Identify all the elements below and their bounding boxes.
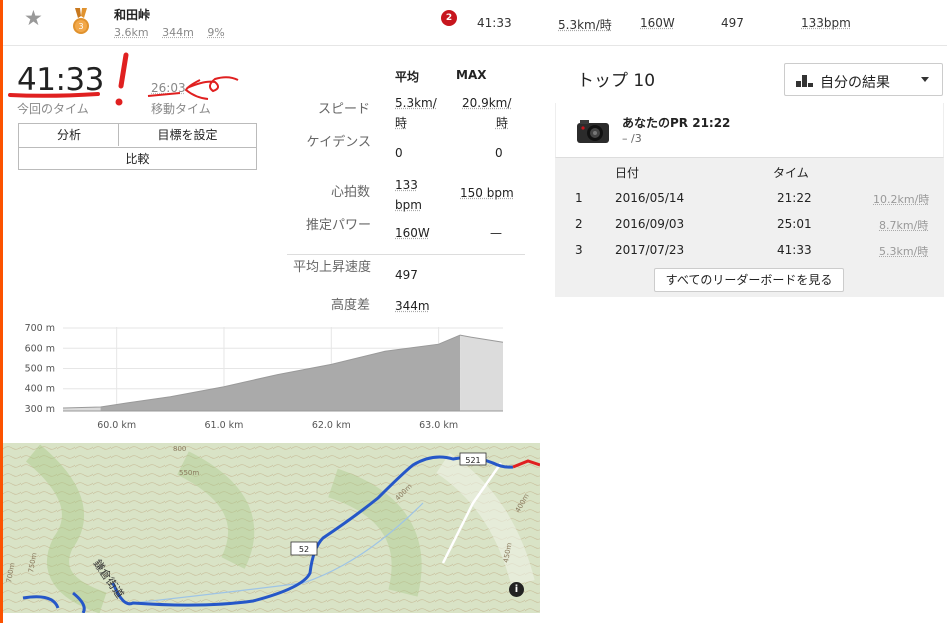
y-tick-label: 300 m	[25, 404, 55, 415]
row-rank: 1	[575, 191, 583, 205]
analysis-button[interactable]: 分析	[19, 124, 119, 147]
segment-row[interactable]: ★ 3 和田峠 3.6km 344m 9% 2 41:33 5.3km/時 16…	[3, 0, 947, 46]
segment-name[interactable]: 和田峠	[114, 6, 150, 23]
stat-label-vam: 平均上昇速度	[292, 260, 371, 275]
map-canvas: 521 52 鎌倉街道 800 550m 400m 400m 450m 700m…	[3, 443, 540, 613]
segment-distance: 3.6km	[114, 26, 149, 39]
row-speed: 5.3km/時	[879, 245, 929, 258]
row-time: 21:22	[777, 191, 812, 205]
elevation-y-ticks: 300 m 400 m 500 m 600 m 700 m	[25, 323, 55, 415]
stat-elevation-value: 344m	[395, 299, 430, 313]
medal-rank: 3	[78, 22, 83, 31]
leaderboard-row[interactable]: 2 2016/09/03 25:01 8.7km/時	[555, 211, 944, 237]
elevation-post-segment	[460, 335, 503, 411]
y-tick-label: 600 m	[25, 343, 55, 354]
row-speed: 10.2km/時	[873, 193, 930, 206]
stat-max-speed: 20.9km/時	[462, 96, 512, 130]
bar-chart-icon	[796, 75, 813, 87]
set-goal-button[interactable]: 目標を設定	[119, 124, 256, 147]
stat-max-heart-rate: 150 bpm	[460, 186, 514, 200]
star-icon[interactable]: ★	[24, 6, 43, 30]
col-time-header: タイム	[773, 166, 809, 180]
leaderboard-panel: あなたのPR 21:22 – /3 日付 タイム 1 2016/05/14 21…	[555, 103, 944, 297]
row-rank: 3	[575, 243, 583, 257]
leaderboard-row[interactable]: 1 2016/05/14 21:22 10.2km/時	[555, 185, 944, 211]
x-tick-label: 63.0 km	[419, 420, 458, 431]
row-heart-rate: 133bpm	[801, 16, 851, 30]
achievement-badge: 2	[441, 10, 457, 26]
stat-label-heart-rate: 心拍数	[330, 185, 370, 200]
stat-avg-heart-rate: 133 bpm	[395, 178, 422, 212]
stat-label-speed: スピード	[317, 102, 370, 117]
contour-label: 550m	[179, 469, 199, 477]
button-divider	[118, 124, 119, 146]
y-tick-label: 400 m	[25, 384, 55, 395]
stat-avg-speed: 5.3km/時	[395, 96, 437, 130]
red-annotation	[8, 52, 239, 106]
segment-stats: 3.6km 344m 9%	[114, 26, 235, 39]
stat-label-elevation: 高度差	[330, 298, 370, 313]
row-date: 2016/05/14	[615, 191, 685, 205]
map-info-icon[interactable]: i	[509, 582, 524, 597]
filter-label: 自分の結果	[820, 75, 890, 91]
route-map[interactable]: 521 52 鎌倉街道 800 550m 400m 400m 450m 700m…	[3, 443, 540, 613]
compare-button[interactable]: 比較	[19, 147, 256, 170]
row-time: 41:33	[477, 16, 512, 30]
y-tick-label: 700 m	[25, 323, 55, 334]
stat-label-power: 推定パワー	[305, 218, 371, 233]
row-time: 25:01	[777, 217, 812, 231]
elevation-area	[62, 334, 504, 412]
bronze-medal-icon: 3	[73, 8, 89, 34]
x-tick-label: 62.0 km	[312, 420, 351, 431]
elevation-segment	[100, 335, 461, 411]
x-tick-label: 60.0 km	[97, 420, 136, 431]
row-speed: 5.3km/時	[558, 18, 612, 32]
elevation-chart[interactable]: 300 m 400 m 500 m 600 m 700 m 60.0 km 61.0 km…	[0, 318, 520, 438]
route-shield-52: 52	[299, 545, 309, 554]
segment-elevation: 344m	[162, 26, 194, 39]
elevation-x-ticks: 60.0 km 61.0 km 62.0 km 63.0 km	[97, 420, 458, 431]
row-time: 41:33	[777, 243, 812, 257]
camera-avatar-icon[interactable]	[576, 115, 610, 149]
personal-record: あなたのPR 21:22 – /3	[555, 103, 944, 158]
segment-grade: 9%	[207, 26, 225, 39]
y-tick-label: 500 m	[25, 363, 55, 374]
chevron-down-icon	[921, 77, 929, 82]
row-speed: 8.7km/時	[879, 219, 929, 232]
action-buttons: 分析 目標を設定 比較	[18, 123, 257, 170]
col-date-header: 日付	[615, 166, 640, 180]
stat-avg-power: 160W	[395, 226, 430, 240]
x-tick-label: 61.0 km	[205, 420, 244, 431]
stat-max-cadence: 0	[495, 146, 503, 160]
stat-vam-value: 497	[395, 268, 418, 282]
results-filter-dropdown[interactable]: 自分の結果	[784, 63, 943, 96]
row-date: 2016/09/03	[615, 217, 685, 231]
row-rank: 2	[575, 217, 583, 231]
stats-header-avg: 平均	[395, 70, 420, 84]
leaderboard-row[interactable]: 3 2017/07/23 41:33 5.3km/時	[555, 237, 944, 263]
stat-avg-cadence: 0	[395, 146, 403, 160]
row-power: 160W	[640, 16, 675, 30]
pr-rank: – /3	[622, 132, 642, 145]
stat-max-power: —	[490, 226, 502, 240]
contour-label: 800	[173, 445, 186, 453]
row-vam: 497	[721, 16, 744, 30]
stat-label-cadence: ケイデンス	[306, 135, 371, 150]
leaderboard-title: トップ 10	[577, 71, 656, 91]
stats-divider	[287, 254, 525, 255]
view-full-leaderboard-button[interactable]: すべてのリーダーボードを見る	[654, 268, 844, 292]
pr-title: あなたのPR 21:22	[622, 116, 731, 130]
row-date: 2017/07/23	[615, 243, 685, 257]
route-shield-521: 521	[465, 456, 480, 465]
stats-header-max: MAX	[456, 68, 487, 82]
